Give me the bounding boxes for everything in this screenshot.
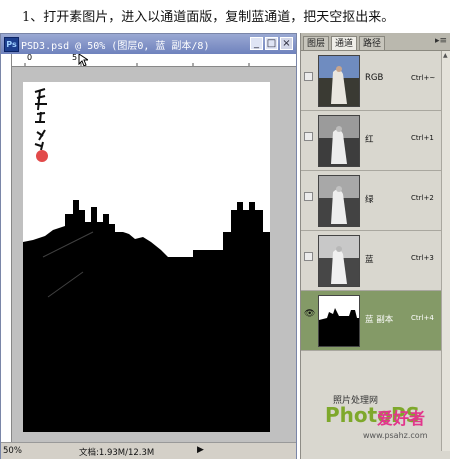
tab-layers[interactable]: 图层: [303, 36, 330, 50]
architecture-silhouette: [23, 200, 270, 432]
horizontal-ruler: 0 5: [11, 54, 296, 67]
tab-paths[interactable]: 路径: [359, 36, 386, 50]
watermark-url: www.psahz.com: [363, 431, 428, 440]
instruction-caption: 1、打开素图片，进入以通道面版，复制蓝通道，把天空抠出来。: [0, 0, 450, 30]
document-window: Ps PSD3.psd @ 50% (图层0, 蓝 副本/8) _ □ × 0 …: [0, 33, 297, 459]
site-watermark: 照片处理网 PhotoPS 爱好者 www.psahz.com: [319, 393, 439, 449]
channel-name: 蓝 副本: [365, 315, 394, 325]
channels-panel: 图层 通道 路径 ▸≡ RGB Ctrl+~ 红 Ctrl+1 绿 Ctrl+2…: [300, 33, 450, 459]
channel-name: RGB: [365, 73, 384, 83]
visibility-toggle[interactable]: [304, 192, 313, 201]
channel-row-blue-copy[interactable]: 👁 蓝 副本 Ctrl+4: [301, 291, 441, 351]
visibility-toggle[interactable]: [304, 72, 313, 81]
panel-menu-icon[interactable]: ▸≡: [435, 36, 447, 46]
document-title: PSD3.psd @ 50% (图层0, 蓝 副本/8): [21, 41, 210, 52]
channel-shortcut: Ctrl+1: [411, 134, 434, 142]
document-size: 文档:1.93M/12.3M: [79, 448, 155, 458]
photoshop-icon: Ps: [4, 37, 19, 52]
channel-row-green[interactable]: 绿 Ctrl+2: [301, 171, 441, 231]
channel-name: 绿: [365, 195, 374, 205]
document-titlebar[interactable]: Ps PSD3.psd @ 50% (图层0, 蓝 副本/8) _ □ ×: [1, 34, 296, 54]
status-menu-arrow-icon[interactable]: ▶: [197, 445, 204, 455]
channel-thumbnail-rgb: [318, 55, 360, 107]
status-bar: 50% 文档:1.93M/12.3M ▶: [1, 442, 296, 459]
silhouette-image: [23, 88, 270, 432]
channel-shortcut: Ctrl+3: [411, 254, 434, 262]
channel-thumbnail-blue: [318, 235, 360, 287]
panel-tabs: 图层 通道 路径 ▸≡: [301, 33, 450, 51]
ruler-label-5: 5: [72, 54, 78, 62]
eye-icon[interactable]: 👁: [304, 309, 315, 319]
vertical-ruler: [1, 54, 12, 442]
maximize-button[interactable]: □: [265, 37, 278, 50]
channel-list: RGB Ctrl+~ 红 Ctrl+1 绿 Ctrl+2 蓝 Ctrl+3 👁 …: [301, 51, 441, 351]
channel-row-blue[interactable]: 蓝 Ctrl+3: [301, 231, 441, 291]
channel-shortcut: Ctrl+4: [411, 314, 434, 322]
visibility-toggle[interactable]: [304, 132, 313, 141]
channel-name: 红: [365, 135, 374, 145]
ruler-ticks: [24, 63, 250, 66]
visibility-toggle[interactable]: [304, 252, 313, 261]
ruler-label-0: 0: [27, 54, 33, 62]
channel-thumbnail-red: [318, 115, 360, 167]
zoom-level[interactable]: 50%: [3, 446, 22, 456]
caption-text: 1、打开素图片，进入以通道面版，复制蓝通道，把天空抠出来。: [22, 10, 395, 25]
image-canvas[interactable]: [23, 82, 270, 432]
tab-channels[interactable]: 通道: [331, 36, 358, 50]
scroll-up-icon[interactable]: ▲: [443, 52, 449, 59]
channel-row-rgb[interactable]: RGB Ctrl+~: [301, 51, 441, 111]
seal-stamp: [36, 150, 48, 162]
watermark-cn-text: 爱好者: [377, 409, 426, 428]
close-button[interactable]: ×: [280, 37, 293, 50]
minimize-button[interactable]: _: [250, 37, 263, 50]
panel-scrollbar[interactable]: ▲: [441, 51, 450, 451]
channel-row-red[interactable]: 红 Ctrl+1: [301, 111, 441, 171]
mouse-cursor-icon: [78, 54, 88, 66]
channel-shortcut: Ctrl+2: [411, 194, 434, 202]
channel-shortcut: Ctrl+~: [411, 74, 436, 82]
calligraphy-mark: [34, 88, 47, 151]
channel-name: 蓝: [365, 255, 374, 265]
channel-thumbnail-blue-copy: [318, 295, 360, 347]
channel-thumbnail-green: [318, 175, 360, 227]
